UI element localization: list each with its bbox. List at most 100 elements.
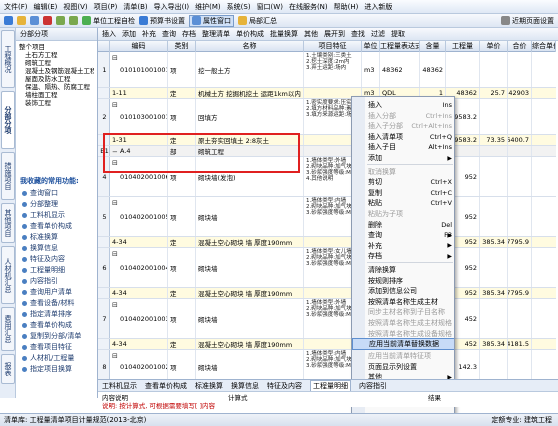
cell-total[interactable] <box>480 248 508 287</box>
cell-uprice[interactable] <box>508 197 532 236</box>
table-row[interactable]: 4 010402001006 项砌块墙(发泡) 1.墙体类型:外墙 2.砌块品种:加气… <box>98 157 556 197</box>
favorite-item-5[interactable]: 换算信息 <box>22 243 81 254</box>
grid-header-5[interactable]: 工程量表达式 <box>380 41 420 52</box>
grid-header-9[interactable]: 合价 <box>508 41 532 52</box>
menu-item-7[interactable]: 系统(S) <box>227 2 251 12</box>
tree-item-1[interactable]: 土石方工程 <box>19 51 94 59</box>
cell-price[interactable] <box>446 52 480 87</box>
toolbar2-item-8[interactable]: 其他 <box>304 29 318 39</box>
table-row[interactable]: B1 A.4 部砌筑工程 − <box>98 146 556 157</box>
delete-icon[interactable] <box>43 16 52 25</box>
cell-code[interactable]: 010103001001 <box>110 99 168 134</box>
menu-item-0[interactable]: 文件(F) <box>4 2 28 12</box>
budget-settings-button[interactable]: 预算书设置 <box>139 16 185 26</box>
cell-uprice[interactable] <box>508 299 532 338</box>
expand-toggle-icon[interactable]: − <box>112 148 118 156</box>
menu-item-6[interactable]: 维护(M) <box>195 2 221 12</box>
cell-name[interactable]: 混凝土空心砌块 墙 厚度190mm <box>196 339 304 349</box>
favorite-item-0[interactable]: 查询窗口 <box>22 188 81 199</box>
favorite-item-16[interactable]: 指定项目换算 <box>22 364 81 375</box>
cell-code[interactable]: A.4 <box>110 146 168 156</box>
cell-uprice[interactable]: 174181.5 <box>508 339 532 349</box>
menu-item-4[interactable]: 清单(B) <box>123 2 147 12</box>
table-row[interactable]: 8 010402001002 项砌块墙 1.墙体类型:内墙 2.砌块品种:加气块 3.… <box>98 350 556 379</box>
cell-type[interactable]: 定 <box>168 339 196 349</box>
tree-item-2[interactable]: 砌筑工程 <box>19 59 94 67</box>
cell-code[interactable]: 010402001002 <box>110 350 168 379</box>
left-tab-3[interactable]: 其他项目 <box>1 203 15 243</box>
cell-name[interactable]: 回填方 <box>196 99 304 134</box>
tree-item-4[interactable]: 屋面及防水工程 <box>19 75 94 83</box>
left-tab-6[interactable]: 报表 <box>1 354 15 384</box>
left-tab-0[interactable]: 工程概况 <box>1 30 15 88</box>
bottom-tab-5[interactable]: 工程量明细 <box>310 379 351 392</box>
menu-item-9[interactable]: 在线服务(N) <box>289 2 328 12</box>
table-row[interactable]: 4-34定混凝土空心砌块 墙 厚度190mmm3952385.34367795.… <box>98 288 556 299</box>
menu-item-11[interactable]: 进入新版 <box>364 2 392 12</box>
tree-item-5[interactable]: 保温、隔热、防腐工程 <box>19 83 94 91</box>
favorite-item-14[interactable]: 查看项目特征 <box>22 342 81 353</box>
grid-header-1[interactable]: 类别 <box>168 41 196 52</box>
toolbar2-item-9[interactable]: 展开到 <box>324 29 345 39</box>
cell-total[interactable] <box>480 197 508 236</box>
toolbar2-item-11[interactable]: 过滤 <box>371 29 385 39</box>
table-row[interactable]: 6 010402001004 项砌块墙 1.墙体类型:女儿墙 2.砌块品种:加气块 3… <box>98 248 556 288</box>
expand-toggle-icon[interactable]: ⊟ <box>112 199 118 207</box>
cell-type[interactable]: 项 <box>168 157 196 196</box>
grid-header-0[interactable]: 编码 <box>110 41 168 52</box>
favorite-item-11[interactable]: 指定清单排序 <box>22 309 81 320</box>
cell-uprice[interactable]: 1242903 <box>508 88 532 98</box>
property-window-button[interactable]: 属性窗口 <box>189 14 234 27</box>
cell-code[interactable]: 010402001006 <box>110 157 168 196</box>
cell-code[interactable]: 4-34 <box>110 288 168 298</box>
favorite-item-10[interactable]: 查看设备/材料 <box>22 298 81 309</box>
favorite-item-9[interactable]: 查询用户清单 <box>22 287 81 298</box>
toolbar2-item-3[interactable]: 查询 <box>162 29 176 39</box>
cell-code[interactable]: 4-34 <box>110 237 168 247</box>
table-row[interactable]: 5 010402001005 项砌块墙 1.墙体类型:内墙 2.砌块品种:加气块 3.… <box>98 197 556 237</box>
favorite-item-6[interactable]: 特征及内容 <box>22 254 81 265</box>
bottom-tab-1[interactable]: 查看单价构成 <box>145 381 187 391</box>
toolbar2-item-4[interactable]: 存档 <box>182 29 196 39</box>
cell-code[interactable]: 1-31 <box>110 135 168 145</box>
open-folder-icon[interactable] <box>17 16 26 25</box>
tree-item-0[interactable]: 整个项目 <box>19 43 94 51</box>
cell-code[interactable]: 010101001001 <box>110 52 168 87</box>
cell-type[interactable]: 定 <box>168 88 196 98</box>
cell-total[interactable] <box>480 146 508 156</box>
cell-uprice[interactable] <box>508 350 532 379</box>
menu-item-5[interactable]: 添加 ▶ <box>352 152 454 164</box>
table-row[interactable]: 4-34定混凝土空心砌块 墙 厚度190mmm3952385.34367795.… <box>98 237 556 248</box>
tree-item-3[interactable]: 混凝土及钢筋混凝土工程 <box>19 67 94 75</box>
favorite-item-3[interactable]: 查看单价构成 <box>22 221 81 232</box>
cell-type[interactable]: 定 <box>168 237 196 247</box>
favorite-item-12[interactable]: 查看单价构成 <box>22 320 81 331</box>
expand-toggle-icon[interactable]: ⊟ <box>112 301 118 309</box>
grid-header-10[interactable]: 综合单价 <box>532 41 556 52</box>
cell-total[interactable]: 385.34 <box>480 288 508 298</box>
partial-summary-button[interactable]: 局部汇总 <box>238 16 277 26</box>
bottom-tab-0[interactable]: 工料机显示 <box>102 381 137 391</box>
expand-toggle-icon[interactable]: ⊟ <box>112 101 118 109</box>
save-icon[interactable] <box>30 16 39 25</box>
table-row[interactable]: 1-11定机械土方 挖掘机挖土 运距1km以内m3QDL14836225.712… <box>98 88 556 99</box>
grid-header-4[interactable]: 单位 <box>362 41 380 52</box>
table-row[interactable]: 2 010103001001 项回填方 1.密实度要求:压实 2.填方材料品种:素土 … <box>98 99 556 135</box>
cell-code[interactable]: 010402001005 <box>110 197 168 236</box>
cell-uprice[interactable] <box>508 146 532 156</box>
menu-item-3[interactable]: 项目(P) <box>94 2 118 12</box>
cell-name[interactable]: 原土夯实回填土 2:8灰土 <box>196 135 304 145</box>
toolbar2-item-0[interactable]: 插入 <box>102 29 116 39</box>
cell-uprice[interactable] <box>508 99 532 134</box>
cell-name[interactable]: 挖一般土方 <box>196 52 304 87</box>
cell-type[interactable]: 定 <box>168 288 196 298</box>
cell-total[interactable] <box>480 157 508 196</box>
cell-total[interactable]: 385.34 <box>480 339 508 349</box>
cell-total[interactable]: 385.34 <box>480 237 508 247</box>
cell-total[interactable] <box>480 350 508 379</box>
expand-toggle-icon[interactable]: ⊟ <box>112 352 118 360</box>
menu-item-15[interactable]: 存档 ▶ <box>352 250 454 262</box>
page-settings-button[interactable]: 近期页面设置 <box>501 16 554 26</box>
cell-name[interactable]: 机械土方 挖掘机挖土 运距1km以内 <box>196 88 304 98</box>
cell-total[interactable]: 25.7 <box>480 88 508 98</box>
